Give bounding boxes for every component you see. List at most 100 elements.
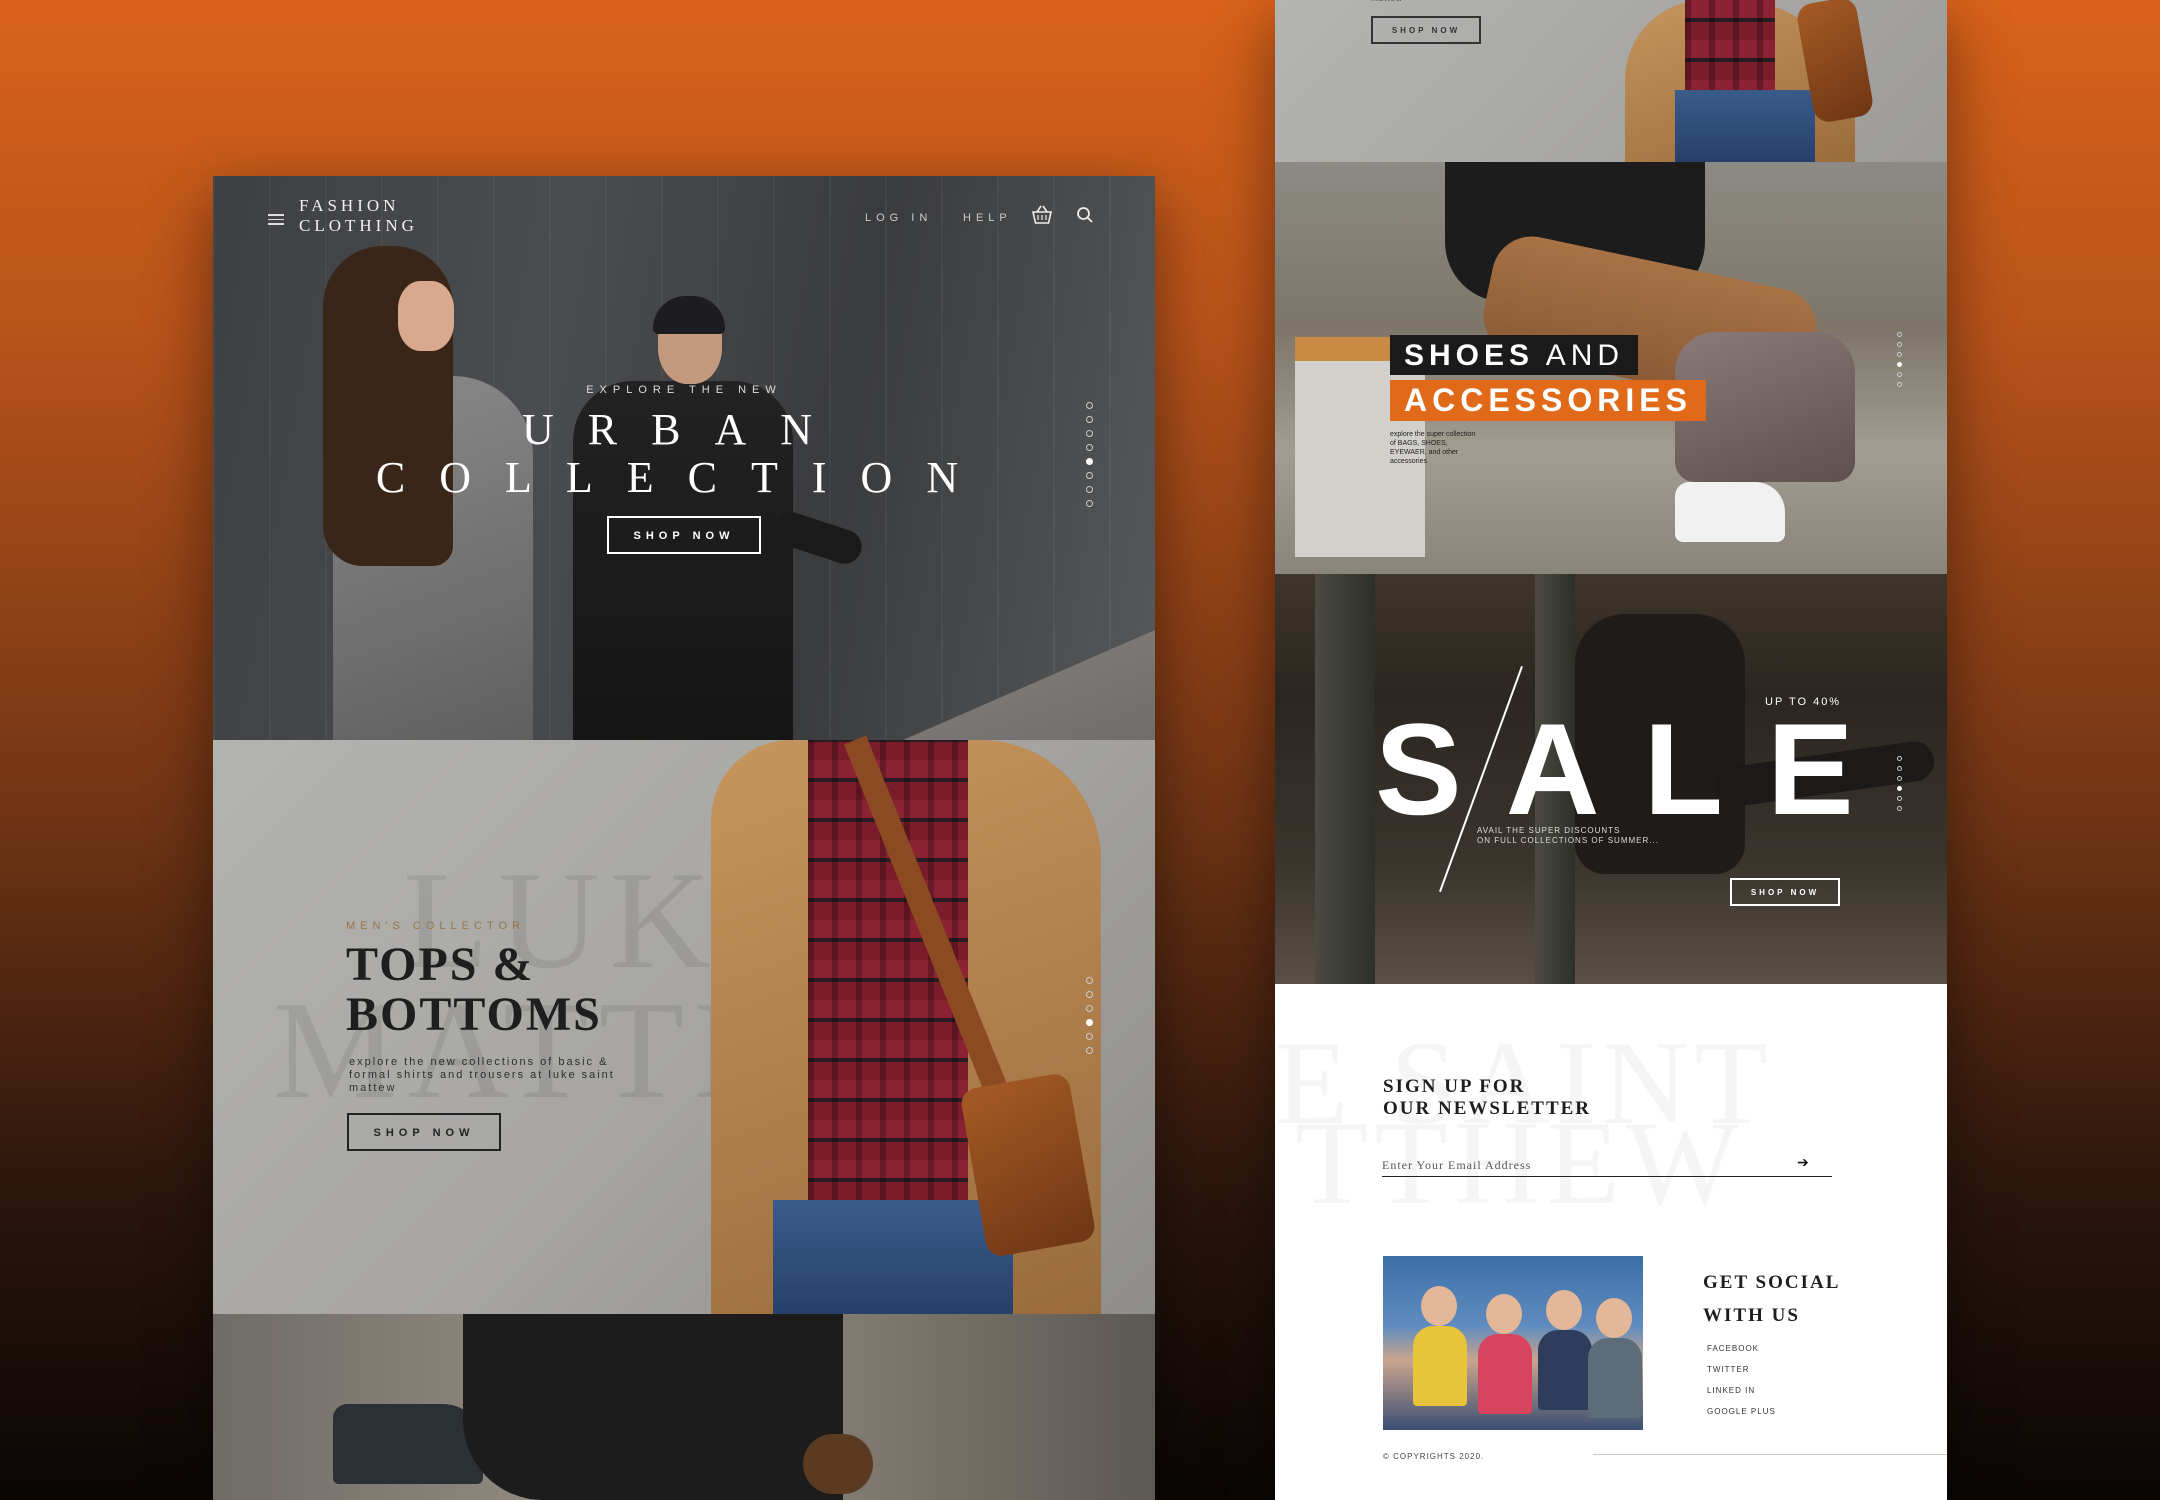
shoes-title-line-2: ACCESSORIES [1390,380,1706,421]
model-jeans [773,1200,1013,1314]
slider-dot-active[interactable] [1086,458,1093,465]
slider-dot-active[interactable] [1086,1019,1093,1026]
tops-bottoms-section: LUKE MATTEW MEN'S COLLECTOR TOPS & BOTTO… [213,735,1155,1314]
menu-icon[interactable] [268,214,284,228]
social-title-line-2: WITH US [1703,1305,1800,1326]
slider-dot[interactable] [1086,977,1093,984]
slider-dot[interactable] [1897,382,1902,387]
newsletter-title-line-2: OUR NEWSLETTER [1383,1098,1592,1119]
submit-arrow-icon[interactable]: ➔ [1797,1154,1809,1171]
slider-dot[interactable] [1897,332,1902,337]
shoes-accessories-section: SHOES AND ACCESSORIES explore the super … [1275,162,1947,574]
shoes-title-and: AND [1545,339,1625,372]
sale-description-line-2: ON FULL COLLECTIONS OF SUMMER... [1477,836,1659,845]
slider-dot[interactable] [1086,500,1093,507]
brand-line-1: FASHION [299,196,400,215]
friends-photo [1383,1256,1643,1430]
hero-pavement [903,630,1155,740]
slider-dot[interactable] [1086,1005,1093,1012]
slider-dot[interactable] [1897,806,1902,811]
shoes-description: explore the super collection of BAGS, SH… [1390,431,1476,465]
help-link[interactable]: HELP [963,212,1012,224]
slider-dot[interactable] [1897,372,1902,377]
tops-slider-dots [1086,977,1094,1061]
top-navigation: FASHION CLOTHING LOG IN HELP [213,176,1155,256]
person-figure [1538,1330,1592,1410]
hero-slider-dots [1086,402,1094,514]
model-jeans [1675,90,1815,162]
basket-icon[interactable] [1031,204,1053,226]
hero-man-beanie [653,296,725,334]
hero-title-line-2: COLLECTION [375,453,993,502]
search-icon[interactable] [1076,206,1094,224]
twitter-link[interactable]: TWITTER [1707,1365,1750,1374]
hero-title-line-1: URBAN [521,405,847,454]
slider-dot[interactable] [1086,1033,1093,1040]
slider-dot[interactable] [1897,342,1902,347]
newsletter-title: SIGN UP FOR OUR NEWSLETTER [1383,1076,1591,1120]
tops-shop-now-button[interactable]: SHOP NOW [1371,16,1481,44]
social-title: GET SOCIAL WITH US [1703,1266,1840,1332]
tops-title: TOPS & BOTTOMS [346,940,602,1040]
white-sneaker [1675,482,1785,542]
sale-section: UP TO 40% SALE AVAIL THE SUPER DISCOUNTS… [1275,574,1947,984]
tops-shop-now-button[interactable]: SHOP NOW [347,1113,501,1151]
person-figure [1588,1338,1642,1418]
pillar [1315,574,1375,984]
newsletter-title-line-1: SIGN UP FOR [1383,1076,1526,1097]
login-link[interactable]: LOG IN [865,212,932,224]
homepage-mockup-left: FASHION CLOTHING LOG IN HELP EXPLORE THE… [213,176,1155,1500]
sale-slider-dots [1897,756,1905,816]
slider-dot[interactable] [1086,486,1093,493]
slider-dot[interactable] [1086,416,1093,423]
slider-dot[interactable] [1086,1047,1093,1054]
footer-divider [1593,1454,1947,1455]
slider-dot[interactable] [1897,766,1902,771]
brand-line-2: CLOTHING [299,216,418,235]
hero-section: FASHION CLOTHING LOG IN HELP EXPLORE THE… [213,176,1155,740]
tops-kicker: MEN'S COLLECTOR [346,920,525,932]
hero-woman-face [398,281,454,351]
shoes-slider-dots [1897,332,1905,392]
social-title-line-1: GET SOCIAL [1703,1272,1841,1293]
slider-dot[interactable] [1897,776,1902,781]
slider-dot[interactable] [1897,796,1902,801]
person-face [1486,1294,1522,1334]
facebook-link[interactable]: FACEBOOK [1707,1344,1759,1353]
hand-with-watch [803,1434,873,1494]
tops-title-line-1: TOPS & [346,938,535,991]
slider-dot[interactable] [1086,991,1093,998]
slider-dot[interactable] [1897,756,1902,761]
tops-title-line-2: BOTTOMS [346,988,602,1041]
slider-dot[interactable] [1086,444,1093,451]
tops-description: explore the new collections of basic & f… [349,1056,615,1094]
slider-dot[interactable] [1086,430,1093,437]
slider-dot[interactable] [1897,352,1902,357]
linkedin-link[interactable]: LINKED IN [1707,1386,1755,1395]
next-section-preview [213,1314,1155,1500]
homepage-mockup-right: mattew SHOP NOW SHOES AND ACCESSORIES ex… [1275,0,1947,1500]
sale-shop-now-button[interactable]: SHOP NOW [1730,878,1840,906]
slider-dot-active[interactable] [1897,786,1902,791]
slider-dot[interactable] [1086,402,1093,409]
sale-description: AVAIL THE SUPER DISCOUNTS ON FULL COLLEC… [1477,826,1677,846]
hero-kicker: EXPLORE THE NEW [586,384,782,396]
shoes-title-word: SHOES [1404,339,1535,372]
person-figure [1478,1334,1532,1414]
sale-description-line-1: AVAIL THE SUPER DISCOUNTS [1477,826,1621,835]
person-face [1421,1286,1457,1326]
shoes-title-line-1: SHOES AND [1390,335,1639,375]
brand-logo[interactable]: FASHION CLOTHING [299,196,418,236]
parked-car [333,1404,483,1484]
newsletter-email-input[interactable] [1382,1154,1832,1177]
sale-title: SALE [1375,696,1898,842]
google-plus-link[interactable]: GOOGLE PLUS [1707,1407,1776,1416]
person-figure [1413,1326,1467,1406]
person-face [1596,1298,1632,1338]
footer-section: E SAINT TTHEW SIGN UP FOR OUR NEWSLETTER… [1275,984,1947,1500]
tops-caption-tail: mattew [1371,0,1403,3]
slider-dot[interactable] [1086,472,1093,479]
copyright-text: © COPYRIGHTS 2020. [1383,1452,1485,1461]
hero-shop-now-button[interactable]: SHOP NOW [607,516,761,554]
slider-dot-active[interactable] [1897,362,1902,367]
